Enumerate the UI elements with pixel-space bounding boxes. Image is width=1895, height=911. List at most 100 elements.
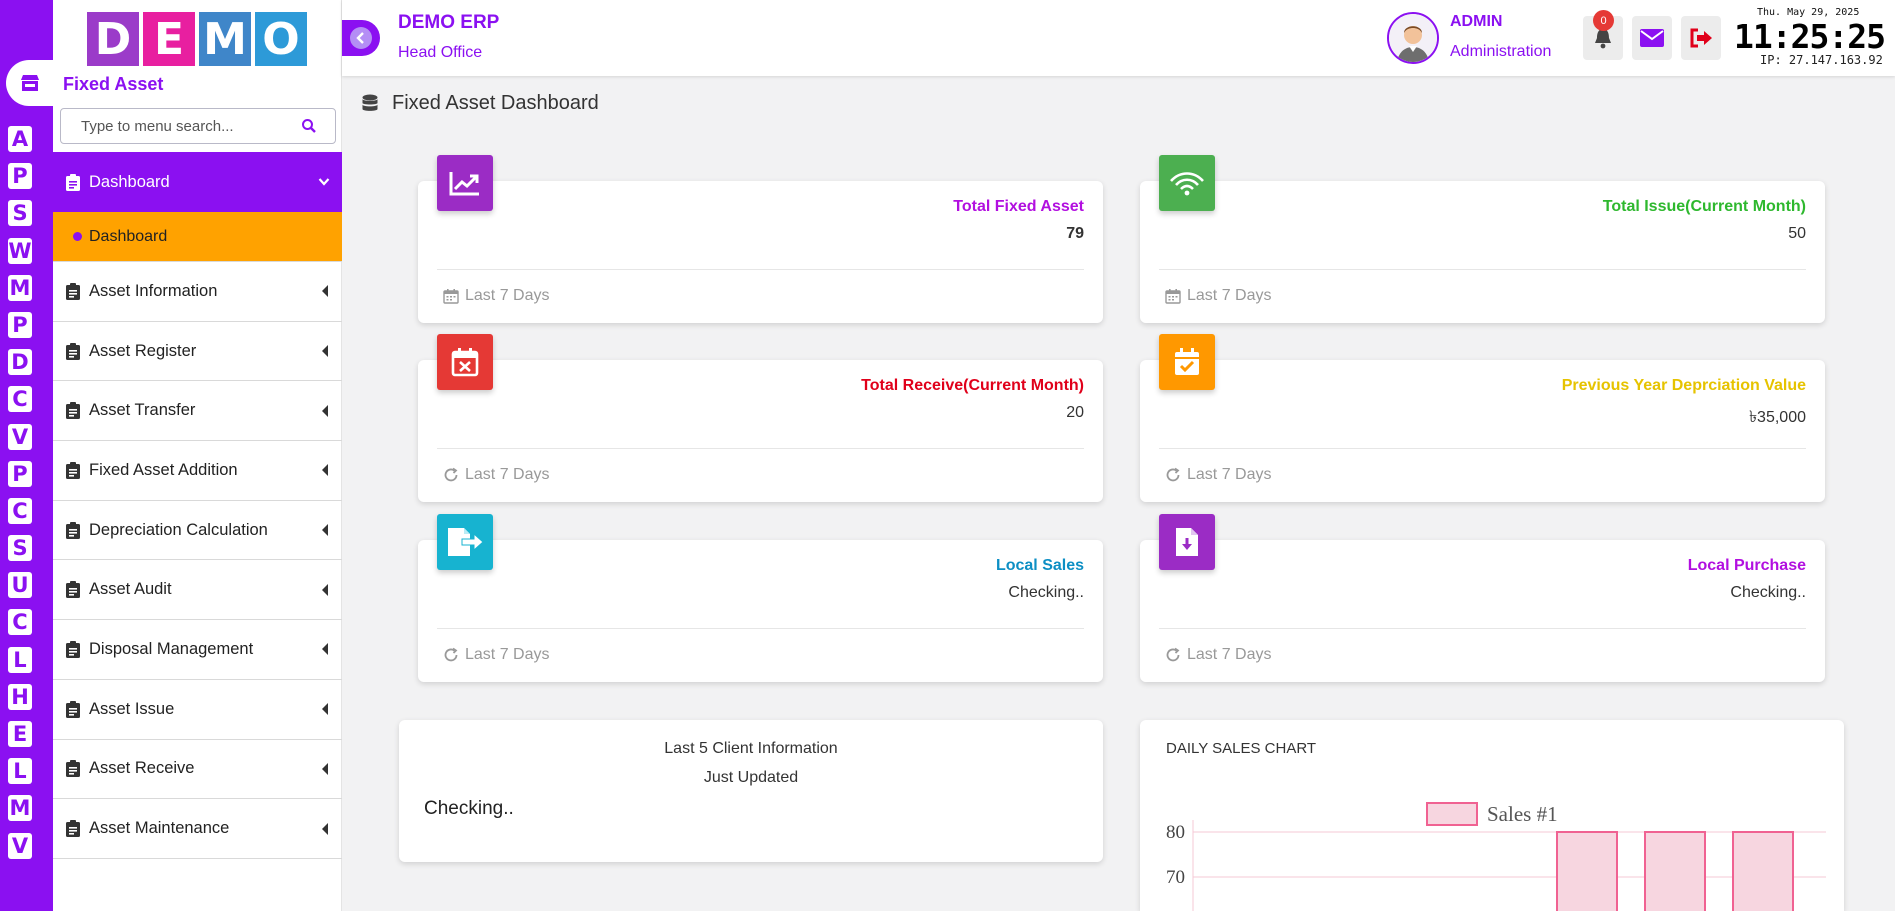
refresh-icon	[1166, 647, 1180, 662]
chevron-down-icon	[318, 178, 330, 186]
sidebar-item-asset-information[interactable]: Asset Information	[53, 262, 342, 322]
card-divider	[1159, 448, 1806, 449]
chevron-left-icon	[322, 345, 328, 358]
sidebar-item-disposal-management[interactable]: Disposal Management	[53, 620, 342, 680]
card-title: Total Receive(Current Month)	[861, 377, 1084, 394]
chevron-left-icon	[322, 703, 328, 716]
calendar-icon	[1165, 289, 1181, 304]
logo-letter-2: M	[199, 12, 251, 66]
sidebar-item-asset-issue[interactable]: Asset Issue	[53, 680, 342, 740]
chart-bar	[1644, 831, 1706, 911]
rail-letter-list: APSWMPDCVPCSUCLHELMV	[8, 126, 34, 870]
clipboard-icon	[66, 581, 80, 599]
chevron-left-icon	[322, 285, 328, 298]
rail-letter-16[interactable]: E	[8, 721, 32, 747]
rail-letter-14[interactable]: L	[8, 646, 32, 673]
rail-letter-8[interactable]: V	[8, 423, 32, 450]
clipboard-icon	[66, 282, 80, 300]
calendar-x-icon	[437, 334, 493, 390]
client-panel-status: Checking..	[424, 798, 514, 819]
chart-y-tick: 80	[1166, 822, 1185, 843]
card-value: Checking..	[1008, 584, 1084, 601]
rail-letter-7[interactable]: C	[8, 386, 32, 413]
top-header: DEMO ERP Head Office ADMIN Administratio…	[342, 0, 1895, 76]
stat-card-local-purchase: Local Purchase Checking.. Last 7 Days	[1140, 514, 1825, 682]
user-name: ADMIN	[1450, 13, 1503, 30]
clipboard-icon	[66, 342, 80, 360]
sidebar-item-label: Dashboard	[89, 172, 170, 191]
sidebar-item-asset-receive[interactable]: Asset Receive	[53, 740, 342, 800]
sidebar-item-dashboard[interactable]: Dashboard	[53, 152, 342, 212]
card-value: 79	[1066, 225, 1084, 242]
clipboard-icon	[66, 760, 80, 778]
clipboard-icon	[66, 700, 80, 718]
rail-letter-12[interactable]: U	[8, 572, 32, 599]
sidebar-subitem-dashboard[interactable]: Dashboard	[53, 212, 342, 262]
sidebar-item-depreciation-calculation[interactable]: Depreciation Calculation	[53, 501, 342, 561]
daily-sales-chart-panel: DAILY SALES CHART 80 70 Sales #1	[1140, 720, 1844, 911]
logo-letter-0: D	[87, 12, 139, 66]
sidebar-item-asset-register[interactable]: Asset Register	[53, 322, 342, 382]
notification-badge: 0	[1593, 10, 1614, 31]
card-footer-text: Last 7 Days	[1187, 287, 1272, 304]
rail-letter-2[interactable]: S	[8, 200, 32, 227]
wifi-icon	[1159, 155, 1215, 211]
logout-button[interactable]	[1681, 16, 1721, 60]
card-footer: Last 7 Days	[1165, 646, 1271, 664]
collapse-sidebar-button[interactable]	[342, 20, 380, 56]
card-value: Checking..	[1730, 584, 1806, 601]
messages-button[interactable]	[1632, 16, 1672, 60]
app-name: DEMO ERP	[398, 12, 500, 33]
chevron-left-icon	[322, 464, 328, 477]
clipboard-icon	[66, 402, 80, 420]
page-title-bar: Fixed Asset Dashboard	[362, 92, 599, 115]
sidebar: DEMO Fixed Asset Dashboard Dashboard Asset…	[53, 0, 342, 911]
card-title: Total Fixed Asset	[953, 198, 1084, 215]
rail-letter-3[interactable]: W	[8, 237, 32, 264]
rail-letter-5[interactable]: P	[8, 311, 32, 338]
card-divider	[437, 448, 1084, 449]
avatar[interactable]	[1387, 12, 1439, 64]
calendar-check-icon	[1159, 334, 1215, 390]
store-icon[interactable]	[6, 60, 54, 106]
rail-letter-19[interactable]: V	[8, 832, 32, 859]
rail-letter-6[interactable]: D	[8, 349, 32, 376]
sidebar-item-label: Disposal Management	[89, 639, 254, 658]
rail-letter-18[interactable]: M	[8, 795, 32, 822]
stat-card-total-fixed-asset: Total Fixed Asset 79 Last 7 Days	[418, 155, 1103, 323]
rail-letter-0[interactable]: A	[8, 126, 32, 152]
card-title: Total Issue(Current Month)	[1602, 198, 1806, 215]
sidebar-item-asset-transfer[interactable]: Asset Transfer	[53, 381, 342, 442]
sidebar-item-asset-maintenance[interactable]: Asset Maintenance	[53, 799, 342, 859]
card-title: Local Sales	[995, 557, 1084, 574]
clipboard-icon	[66, 640, 80, 658]
rail-letter-15[interactable]: H	[8, 683, 32, 710]
card-footer-text: Last 7 Days	[465, 287, 550, 304]
rail-letter-13[interactable]: C	[8, 609, 32, 636]
card-value: 50	[1788, 225, 1806, 242]
sidebar-item-fixed-asset-addition[interactable]: Fixed Asset Addition	[53, 441, 342, 501]
rail-letter-17[interactable]: L	[8, 758, 32, 785]
card-footer-text: Last 7 Days	[465, 646, 550, 663]
search-icon[interactable]	[301, 118, 317, 134]
chevron-left-icon	[322, 404, 328, 417]
logo-letter-3: O	[255, 12, 307, 66]
logout-icon	[1690, 28, 1712, 48]
rail-letter-9[interactable]: P	[8, 460, 32, 487]
clipboard-icon	[66, 461, 80, 479]
menu-search-input[interactable]	[61, 117, 301, 135]
card-footer: Last 7 Days	[443, 646, 549, 664]
card-divider	[1159, 628, 1806, 629]
sidebar-item-asset-audit[interactable]: Asset Audit	[53, 560, 342, 621]
stat-card-previous-year-deprciation-value: Previous Year Deprciation Value ৳35,000 La…	[1140, 334, 1825, 502]
rail-letter-11[interactable]: S	[8, 535, 32, 562]
rail-letter-10[interactable]: C	[8, 497, 32, 524]
rail-letter-4[interactable]: M	[8, 274, 32, 301]
calendar-icon	[443, 289, 459, 304]
file-export-icon	[437, 514, 493, 570]
rail-letter-1[interactable]: P	[8, 163, 32, 190]
card-title: Previous Year Deprciation Value	[1561, 377, 1806, 394]
notification-button[interactable]: 0	[1583, 10, 1623, 60]
menu-search-box	[60, 108, 336, 144]
legend-swatch	[1426, 802, 1478, 826]
